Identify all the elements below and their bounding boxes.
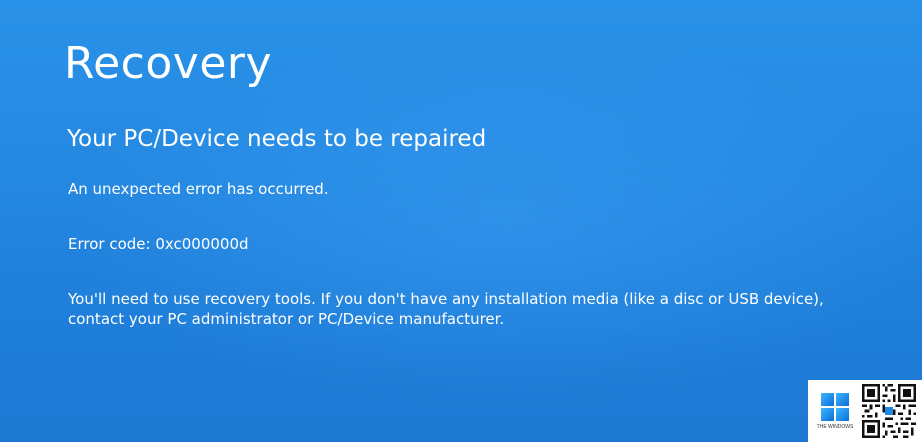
- watermark-logo: THE WINDOWS: [814, 392, 856, 430]
- error-message: An unexpected error has occurred.: [68, 180, 329, 198]
- watermark-badge: THE WINDOWS: [808, 380, 922, 442]
- recovery-screen: Recovery Your PC/Device needs to be repa…: [0, 0, 922, 442]
- page-title: Recovery: [64, 38, 273, 89]
- recovery-instructions: You'll need to use recovery tools. If yo…: [68, 290, 824, 329]
- error-code: Error code: 0xc000000d: [68, 235, 249, 253]
- watermark-brand-text: THE WINDOWS: [816, 423, 854, 430]
- qr-code-icon: [862, 384, 916, 438]
- windows-logo-icon: [821, 392, 849, 421]
- page-subtitle: Your PC/Device needs to be repaired: [67, 126, 487, 152]
